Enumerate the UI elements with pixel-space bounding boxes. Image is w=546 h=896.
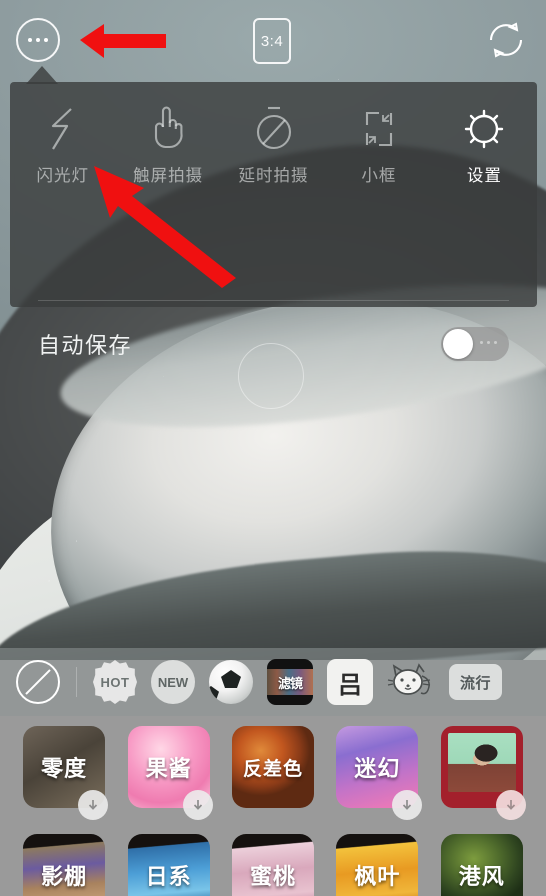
category-filter-tile[interactable]: 滤镜 xyxy=(267,659,313,705)
dot xyxy=(494,341,497,344)
soccer-ball-icon[interactable] xyxy=(209,660,253,704)
download-icon[interactable] xyxy=(496,790,526,820)
category-char-label: 吕 xyxy=(338,671,362,699)
filter-name: 果酱 xyxy=(145,756,192,781)
timer-icon xyxy=(250,96,298,162)
filter-cell[interactable]: 港风 xyxy=(436,834,528,896)
filter-name: 反差色 xyxy=(242,758,303,780)
filter-name: 迷幻 xyxy=(354,756,401,781)
filter-cell[interactable]: 零度 xyxy=(18,726,110,834)
filter-thumb[interactable]: 影棚 xyxy=(23,834,106,896)
filter-grid: 零度 果酱 反差色 迷幻 影棚 日系 蜜桃 枫叶 港风 xyxy=(0,716,546,896)
flip-camera-icon[interactable] xyxy=(482,16,530,64)
arrow-pointing-to-flash-menu xyxy=(94,166,236,288)
category-hot-label: HOT xyxy=(100,674,130,690)
aspect-ratio-badge[interactable]: 3:4 xyxy=(253,18,291,64)
divider xyxy=(76,667,77,697)
panel-label-settings: 设置 xyxy=(466,167,502,185)
filter-thumb[interactable]: 日系 xyxy=(127,834,210,896)
panel-label-small-frame: 小框 xyxy=(361,167,397,185)
camera-screen: 3:4 闪光灯 触屏拍摄 延时拍摄 小框 设置 自动保存 HOT NEW 滤镜 … xyxy=(0,0,546,896)
no-filter-icon[interactable] xyxy=(16,660,60,704)
flash-icon xyxy=(41,96,85,162)
filter-thumb[interactable]: 枫叶 xyxy=(336,834,419,896)
filter-category-bar: HOT NEW 滤镜 吕 流行 xyxy=(0,648,546,716)
touch-shoot-icon xyxy=(145,96,191,162)
panel-item-small-frame[interactable]: 小框 xyxy=(326,96,431,186)
dot xyxy=(36,38,40,42)
gear-icon xyxy=(459,96,509,162)
filter-name: 蜜桃 xyxy=(249,864,296,889)
filter-name: 日系 xyxy=(145,864,192,889)
more-options-icon[interactable] xyxy=(16,18,60,62)
filter-cell[interactable] xyxy=(436,726,528,834)
download-icon[interactable] xyxy=(391,790,422,820)
category-new[interactable]: NEW xyxy=(151,660,195,704)
toggle-dots xyxy=(480,341,497,344)
category-items: HOT NEW 滤镜 吕 流行 xyxy=(93,659,503,705)
filter-cell[interactable]: 影棚 xyxy=(18,834,110,896)
category-new-label: NEW xyxy=(157,674,189,690)
filter-name: 零度 xyxy=(41,756,88,781)
panel-divider xyxy=(38,300,509,301)
photo-preview xyxy=(447,733,516,792)
category-hot[interactable]: HOT xyxy=(93,660,137,704)
category-filter-label: 滤镜 xyxy=(277,675,303,691)
filter-name: 港风 xyxy=(458,864,505,889)
filter-thumb[interactable]: 蜜桃 xyxy=(231,834,314,896)
dot xyxy=(487,341,490,344)
auto-save-toggle[interactable] xyxy=(441,327,509,361)
auto-save-row[interactable]: 自动保存 xyxy=(10,308,537,380)
dot xyxy=(28,38,32,42)
filter-thumb[interactable]: 港风 xyxy=(440,834,523,896)
filter-thumb[interactable]: 反差色 xyxy=(231,726,314,808)
category-popular-tile[interactable]: 流行 xyxy=(449,664,503,700)
filter-cell[interactable]: 日系 xyxy=(122,834,214,896)
filter-name: 枫叶 xyxy=(354,864,401,889)
panel-item-settings[interactable]: 设置 xyxy=(432,96,537,186)
aspect-ratio-label: 3:4 xyxy=(260,32,284,50)
category-popular-label: 流行 xyxy=(460,674,492,692)
crop-frame-icon xyxy=(355,96,403,162)
filter-cell[interactable]: 果酱 xyxy=(122,726,214,834)
cat-face-icon[interactable] xyxy=(387,660,435,704)
filter-cell[interactable]: 反差色 xyxy=(227,726,319,834)
download-icon[interactable] xyxy=(182,790,213,820)
filter-cell[interactable]: 枫叶 xyxy=(331,834,423,896)
panel-label-flash: 闪光灯 xyxy=(36,167,89,185)
dot xyxy=(480,341,483,344)
dot xyxy=(44,38,48,42)
auto-save-label: 自动保存 xyxy=(38,333,133,358)
arrow-pointing-to-more-button xyxy=(80,24,166,58)
category-char-tile[interactable]: 吕 xyxy=(327,659,373,705)
filter-cell[interactable]: 蜜桃 xyxy=(227,834,319,896)
toggle-knob[interactable] xyxy=(443,329,473,359)
download-icon[interactable] xyxy=(78,790,109,820)
filter-name: 影棚 xyxy=(41,864,88,889)
filter-cell[interactable]: 迷幻 xyxy=(331,726,423,834)
